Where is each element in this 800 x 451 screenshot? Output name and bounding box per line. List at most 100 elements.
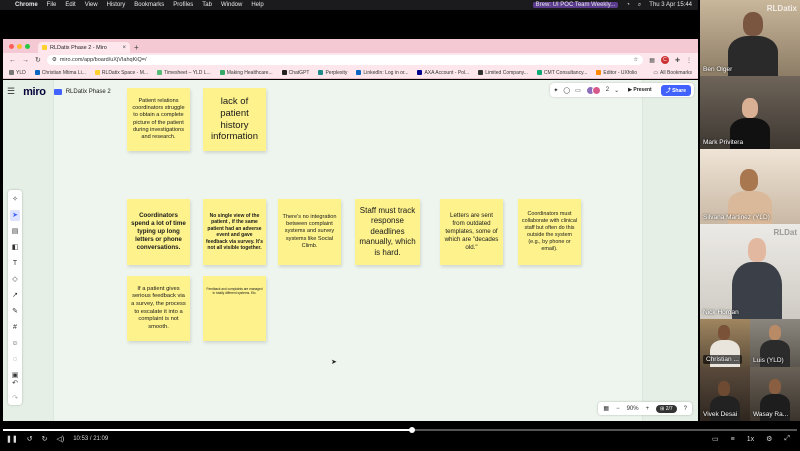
browser-tab[interactable]: RLDatix Phase 2 - Miro ×: [38, 42, 130, 53]
transcript-icon[interactable]: ≡: [731, 436, 735, 443]
minimize-window-icon[interactable]: [17, 43, 22, 49]
participant-tile[interactable]: Mark Privitera: [700, 76, 800, 149]
present-button[interactable]: ▶ Present: [624, 85, 656, 95]
bookmark-item[interactable]: Limited Company...: [478, 70, 528, 76]
pause-icon[interactable]: ❚❚: [6, 435, 18, 443]
collaborators[interactable]: [585, 85, 601, 95]
extension-icon[interactable]: ▦: [649, 57, 655, 64]
site-info-icon[interactable]: ⚙: [52, 57, 57, 63]
captions-icon[interactable]: ▭: [712, 435, 719, 443]
maximize-window-icon[interactable]: [25, 43, 30, 49]
sticky-note[interactable]: Staff must track response deadlines manu…: [355, 199, 420, 265]
bookmark-item[interactable]: Timesheet – YLD L...: [157, 70, 211, 76]
search-icon[interactable]: ⌕: [638, 2, 641, 9]
menu-edit[interactable]: Edit: [65, 2, 75, 8]
sticky-note[interactable]: Feedback and complaints are managed in t…: [203, 276, 266, 341]
share-button[interactable]: ⤴ Share: [660, 84, 691, 96]
sticky-note[interactable]: Coordinators must collaborate with clini…: [518, 199, 581, 265]
new-tab-icon[interactable]: +: [134, 43, 139, 52]
templates-icon[interactable]: ▤: [10, 226, 20, 237]
menu-history[interactable]: History: [107, 2, 126, 8]
reactions-icon[interactable]: ✦: [553, 87, 558, 94]
bookmark-item[interactable]: RLDatix Space - M...: [94, 70, 148, 76]
clock[interactable]: Thu 3 Apr 15:44: [649, 2, 692, 8]
bookmark-item[interactable]: YLD: [9, 70, 26, 76]
bookmark-item[interactable]: Perplexity: [318, 70, 347, 76]
menu-bookmarks[interactable]: Bookmarks: [134, 2, 164, 8]
address-bar[interactable]: ⚙ miro.com/app/board/uXjVIahqKiQ=/ ☆: [46, 55, 644, 65]
page-indicator[interactable]: ⊞ 2/7: [656, 404, 677, 413]
bookmark-item[interactable]: Christian Mtima Li...: [34, 70, 86, 76]
ai-sparkle-icon[interactable]: ✧: [10, 194, 20, 205]
reload-icon[interactable]: ↻: [35, 56, 41, 64]
extensions-puzzle-icon[interactable]: ✚: [675, 57, 680, 64]
meeting-badge[interactable]: Brew: UI POC Team Weekly...: [532, 2, 619, 8]
redo-icon[interactable]: ↷: [10, 393, 20, 404]
participant-tile[interactable]: Luis (YLD): [750, 319, 800, 367]
bookmark-item[interactable]: Making Healthcare...: [219, 70, 273, 76]
close-tab-icon[interactable]: ×: [122, 45, 126, 51]
back-icon[interactable]: ←: [9, 57, 16, 64]
participant-tile[interactable]: Vivek Desai: [700, 367, 750, 421]
forward-icon[interactable]: →: [22, 57, 29, 64]
sticky-note[interactable]: No single view of the patient , if the s…: [203, 199, 266, 265]
bookmark-item[interactable]: CMT Consultancy...: [536, 70, 587, 76]
sticky-note[interactable]: If a patient gives serious feedback via …: [127, 276, 190, 341]
skip-forward-icon[interactable]: ↻: [42, 435, 48, 443]
skip-back-icon[interactable]: ↺: [27, 435, 33, 443]
menu-view[interactable]: View: [85, 2, 98, 8]
miro-logo[interactable]: miro: [23, 86, 46, 98]
menu-profiles[interactable]: Profiles: [173, 2, 193, 8]
video-progress-bar[interactable]: [3, 427, 797, 433]
profile-avatar[interactable]: C: [660, 56, 669, 64]
connector-icon[interactable]: ↗: [10, 290, 20, 301]
bookmark-item[interactable]: LinkedIn: Log in or...: [356, 70, 408, 76]
board-title-chip[interactable]: RLDatix Phase 2: [53, 88, 111, 95]
participant-tile[interactable]: Wasay Ra...: [750, 367, 800, 421]
settings-gear-icon[interactable]: ⚙: [766, 435, 772, 443]
zoom-out-icon[interactable]: −: [616, 406, 620, 412]
close-window-icon[interactable]: [9, 43, 14, 49]
comment-icon[interactable]: ◯: [563, 87, 570, 94]
volume-icon[interactable]: ◁): [56, 435, 64, 443]
emoji-icon[interactable]: ☺: [10, 338, 20, 349]
miro-board[interactable]: ☰ miro RLDatix Phase 2 ✦ ◯ ▭ 2 ⌄ ▶ Prese…: [3, 80, 698, 421]
zoom-level[interactable]: 90%: [627, 406, 639, 412]
participant-tile[interactable]: Christian ...: [700, 319, 750, 367]
text-tool-icon[interactable]: T: [10, 258, 20, 269]
sticky-note-icon[interactable]: ◧: [10, 242, 20, 253]
sticky-note[interactable]: Coordinators spend a lot of time typing …: [127, 199, 190, 265]
shapes-icon[interactable]: ◇: [10, 274, 20, 285]
collaborator-count[interactable]: 2: [606, 87, 609, 93]
bookmark-item[interactable]: Editor - UXfolio: [596, 70, 637, 76]
fullscreen-icon[interactable]: ⤢: [784, 435, 790, 443]
bookmark-star-icon[interactable]: ☆: [633, 57, 638, 63]
main-menu-icon[interactable]: ☰: [7, 86, 15, 97]
undo-icon[interactable]: ↶: [10, 378, 20, 389]
participant-tile[interactable]: RLDatix Ben Olger: [700, 0, 800, 76]
help-icon[interactable]: ?: [684, 406, 687, 412]
sticky-note[interactable]: There's no integration between complaint…: [278, 199, 341, 265]
select-cursor-icon[interactable]: ➤: [10, 210, 20, 221]
sticky-note[interactable]: Letters are sent from outdated templates…: [440, 199, 503, 265]
menu-help[interactable]: Help: [251, 2, 263, 8]
zoom-in-icon[interactable]: +: [646, 406, 650, 412]
all-bookmarks[interactable]: ▭ All Bookmarks: [653, 70, 692, 76]
comment-tool-icon[interactable]: ◌: [10, 354, 20, 365]
menu-kebab-icon[interactable]: ⋮: [686, 57, 692, 64]
minimap-icon[interactable]: ▦: [603, 405, 609, 412]
participant-tile[interactable]: RLDat Nick Horgan: [700, 224, 800, 319]
participant-tile[interactable]: Silvana Martinez (YLD): [700, 149, 800, 224]
chevron-down-icon[interactable]: ⌄: [614, 87, 619, 94]
video-scrubber-handle[interactable]: [408, 427, 415, 433]
menu-window[interactable]: Window: [221, 2, 242, 8]
playback-speed[interactable]: 1x: [747, 436, 754, 443]
pen-icon[interactable]: ✎: [10, 306, 20, 317]
menu-tab[interactable]: Tab: [202, 2, 212, 8]
menu-file[interactable]: File: [47, 2, 57, 8]
sticky-note[interactable]: lack of patient history information: [203, 88, 266, 151]
wifi-icon[interactable]: ◔: [626, 2, 630, 8]
video-call-icon[interactable]: ▭: [575, 87, 581, 94]
bookmark-item[interactable]: AXA Account - Pol...: [417, 70, 469, 76]
frame-icon[interactable]: #: [10, 322, 20, 333]
